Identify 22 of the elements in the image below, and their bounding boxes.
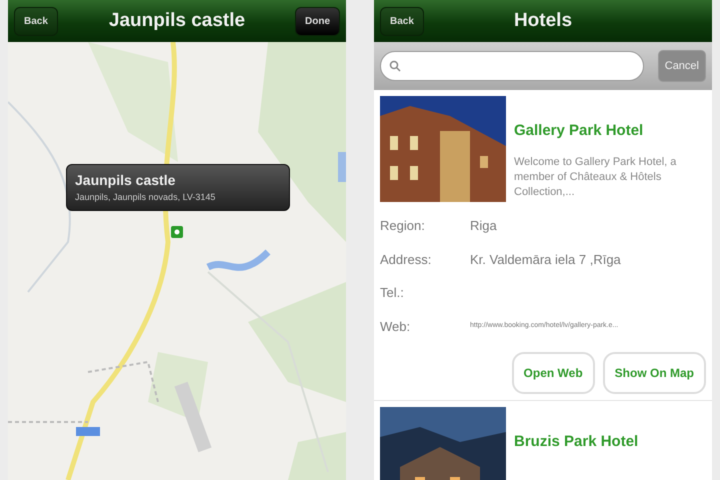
hotel-name[interactable]: Gallery Park Hotel	[514, 120, 706, 142]
back-button[interactable]: Back	[14, 6, 58, 36]
field-label: Web:	[380, 318, 412, 336]
back-button[interactable]: Back	[380, 6, 424, 36]
done-button[interactable]: Done	[295, 6, 340, 36]
callout-address: Jaunpils, Jaunpils novads, LV-3145	[75, 191, 216, 204]
screen-title: Hotels	[514, 8, 572, 33]
field-label: Region:	[380, 217, 426, 235]
search-field[interactable]	[380, 51, 644, 81]
field-value: Kr. Valdemāra iela 7 ,Rīga	[470, 250, 621, 269]
hotel-description: Welcome to Gallery Park Hotel, a member of Châteaux & Hôtels Collection,...	[514, 154, 678, 200]
open-web-button[interactable]: Open Web	[512, 352, 595, 394]
search-icon	[389, 60, 401, 72]
hotel-name[interactable]: Bruzis Park Hotel	[514, 431, 638, 454]
map-pin-icon[interactable]	[170, 225, 184, 239]
field-label: Address:	[380, 250, 432, 268]
callout-title: Jaunpils castle	[75, 171, 176, 190]
screen-title: Jaunpils castle	[108, 8, 246, 33]
map-callout[interactable]: Jaunpils castle Jaunpils, Jaunpils novads, LV-3145	[66, 164, 290, 210]
field-value: Riga	[470, 217, 497, 235]
show-on-map-button[interactable]: Show On Map	[602, 352, 706, 394]
field-label: Tel.:	[380, 284, 405, 302]
